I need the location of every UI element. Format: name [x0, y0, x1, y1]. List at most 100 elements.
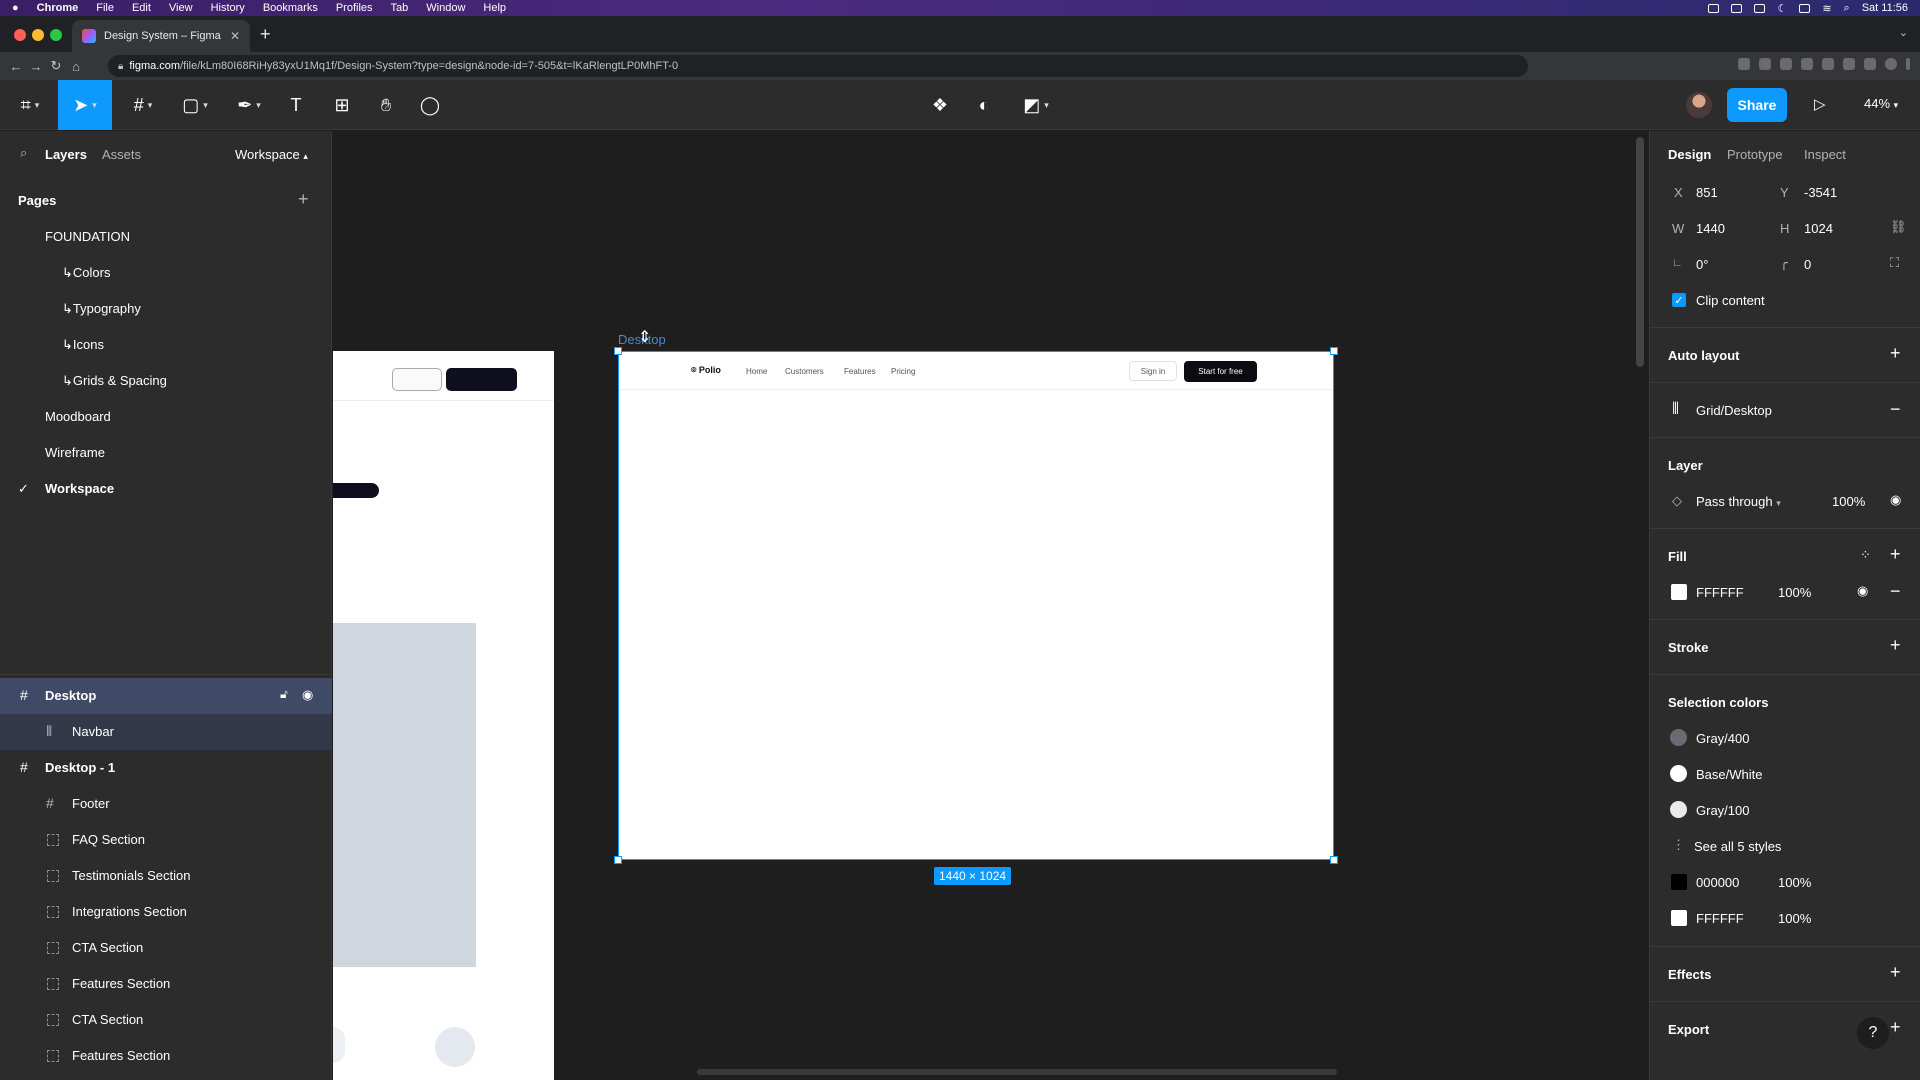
- resize-handle[interactable]: [1330, 856, 1338, 864]
- blend-mode-select[interactable]: Pass through ▾: [1696, 494, 1781, 509]
- component-icon[interactable]: ❖: [926, 80, 954, 130]
- browser-tab[interactable]: Design System – Figma ✕: [72, 20, 250, 52]
- add-stroke-icon[interactable]: +: [1890, 635, 1901, 656]
- tab-inspect[interactable]: Inspect: [1804, 147, 1846, 162]
- close-tab-icon[interactable]: ✕: [230, 29, 240, 43]
- forward-icon[interactable]: →: [26, 59, 46, 74]
- canvas[interactable]: Desktop ⇕ ⌾ Polio Home Customers Feature…: [333, 131, 1649, 1080]
- move-tool-icon[interactable]: ➤ ▾: [58, 80, 112, 130]
- tab-assets[interactable]: Assets: [102, 147, 141, 162]
- desktop-frame[interactable]: ⌾ Polio Home Customers Features Pricing …: [614, 347, 1338, 864]
- page-item-grids-spacing[interactable]: ↳Grids & Spacing: [62, 373, 167, 389]
- minimize-window-button[interactable]: [32, 29, 44, 41]
- fill-opacity-input[interactable]: 100%: [1778, 585, 1811, 600]
- menu-view[interactable]: View: [169, 2, 193, 14]
- raw-color-opacity[interactable]: 100%: [1778, 875, 1811, 890]
- menu-chrome[interactable]: Chrome: [37, 2, 79, 14]
- menu-help[interactable]: Help: [483, 2, 506, 14]
- h-input[interactable]: 1024: [1804, 221, 1833, 236]
- clock[interactable]: Sat 11:56: [1862, 2, 1908, 14]
- layer-row[interactable]: # Desktop 🔓︎ ◉: [0, 678, 332, 714]
- styles-grid-icon[interactable]: ⁘: [1860, 547, 1871, 563]
- add-effect-icon[interactable]: +: [1890, 962, 1901, 983]
- raw-color-swatch[interactable]: [1671, 910, 1687, 926]
- battery-icon[interactable]: [1799, 3, 1811, 13]
- layer-row[interactable]: Features Section: [0, 1038, 332, 1074]
- tab-search-chevron-icon[interactable]: ⌄: [1899, 26, 1908, 39]
- avatar[interactable]: [1684, 90, 1714, 120]
- eye-icon[interactable]: ◉: [302, 687, 313, 703]
- add-fill-icon[interactable]: +: [1890, 544, 1901, 565]
- boolean-ops-icon[interactable]: ◩ ▾: [1016, 80, 1056, 130]
- color-style-name[interactable]: Gray/400: [1696, 731, 1749, 746]
- nav-link-customers[interactable]: Customers: [785, 367, 824, 376]
- page-item-workspace[interactable]: Workspace: [45, 481, 114, 496]
- layer-row[interactable]: # Desktop - 1: [0, 750, 332, 786]
- layer-row[interactable]: CTA Section: [0, 1002, 332, 1038]
- page-item-typography[interactable]: ↳Typography: [62, 301, 141, 317]
- contrast-icon[interactable]: ◐: [970, 80, 998, 130]
- extension-icon[interactable]: [1801, 58, 1813, 70]
- layer-row[interactable]: FAQ Section: [0, 822, 332, 858]
- nav-link-features[interactable]: Features: [844, 367, 876, 376]
- pen-tool-icon[interactable]: ✒ ▾: [228, 80, 270, 130]
- comment-tool-icon[interactable]: ◯: [416, 80, 444, 130]
- raw-color-opacity[interactable]: 100%: [1778, 911, 1811, 926]
- fill-hex-input[interactable]: FFFFFF: [1696, 585, 1744, 600]
- x-input[interactable]: 851: [1696, 185, 1718, 200]
- page-item-colors[interactable]: ↳Colors: [62, 265, 110, 281]
- layer-row[interactable]: Testimonials Section: [0, 858, 332, 894]
- share-button[interactable]: Share: [1727, 88, 1787, 122]
- url-input[interactable]: 🔒︎ figma.com/file/kLm80I68RiHy83yxU1Mq1f…: [108, 55, 1528, 77]
- y-input[interactable]: -3541: [1804, 185, 1837, 200]
- tab-prototype[interactable]: Prototype: [1727, 147, 1783, 162]
- rotation-input[interactable]: 0°: [1696, 257, 1708, 272]
- layer-row[interactable]: CTA Section: [0, 930, 332, 966]
- menu-edit[interactable]: Edit: [132, 2, 151, 14]
- constrain-proportions-icon[interactable]: ⛓︎: [1890, 219, 1907, 235]
- frame-navbar[interactable]: ⌾ Polio Home Customers Features Pricing …: [619, 352, 1333, 390]
- close-window-button[interactable]: [14, 29, 26, 41]
- resources-icon[interactable]: ⊞: [328, 80, 356, 130]
- moon-icon[interactable]: ☾: [1777, 2, 1787, 15]
- independent-corners-icon[interactable]: ⛶: [1890, 255, 1899, 271]
- status-icon[interactable]: [1708, 3, 1720, 13]
- wifi-icon[interactable]: ≋: [1822, 2, 1831, 15]
- see-all-styles-link[interactable]: See all 5 styles: [1694, 839, 1781, 854]
- color-style-dot[interactable]: [1670, 729, 1687, 746]
- start-free-button[interactable]: Start for free: [1184, 361, 1257, 382]
- extension-icon[interactable]: [1822, 58, 1834, 70]
- page-item-moodboard[interactable]: Moodboard: [45, 409, 111, 424]
- radius-input[interactable]: 0: [1804, 257, 1811, 272]
- w-input[interactable]: 1440: [1696, 221, 1725, 236]
- extension-icon[interactable]: [1738, 58, 1750, 70]
- nav-link-pricing[interactable]: Pricing: [891, 367, 915, 376]
- page-item-icons[interactable]: ↳Icons: [62, 337, 104, 353]
- grid-style-label[interactable]: Grid/Desktop: [1696, 403, 1772, 418]
- color-style-name[interactable]: Base/White: [1696, 767, 1762, 782]
- remove-fill-icon[interactable]: −: [1890, 581, 1901, 602]
- raw-color-swatch[interactable]: [1671, 874, 1687, 890]
- search-icon[interactable]: ⌕: [1844, 2, 1850, 15]
- signin-button[interactable]: Sign in: [1129, 361, 1177, 381]
- tab-layers[interactable]: Layers: [45, 147, 87, 162]
- apple-icon[interactable]: ●: [12, 2, 19, 14]
- tab-design[interactable]: Design: [1668, 147, 1711, 162]
- home-icon[interactable]: ⌂: [66, 59, 86, 74]
- remove-grid-icon[interactable]: −: [1890, 399, 1901, 420]
- present-play-icon[interactable]: ▷: [1814, 95, 1826, 113]
- add-auto-layout-icon[interactable]: +: [1890, 343, 1901, 364]
- add-export-icon[interactable]: +: [1890, 1017, 1901, 1038]
- eye-icon[interactable]: ◉: [1890, 492, 1901, 508]
- color-style-dot[interactable]: [1670, 801, 1687, 818]
- clip-content-checkbox[interactable]: ✓: [1672, 293, 1686, 307]
- menu-tab[interactable]: Tab: [391, 2, 409, 14]
- layer-row[interactable]: Features Section: [0, 966, 332, 1002]
- layer-opacity-input[interactable]: 100%: [1832, 494, 1865, 509]
- new-tab-icon[interactable]: +: [260, 24, 271, 45]
- layer-row[interactable]: # Footer: [0, 786, 332, 822]
- figma-main-menu-icon[interactable]: ⌗ ▾: [10, 80, 50, 130]
- unlock-icon[interactable]: 🔓︎: [280, 687, 288, 702]
- zoom-window-button[interactable]: [50, 29, 62, 41]
- status-icon[interactable]: [1731, 3, 1743, 13]
